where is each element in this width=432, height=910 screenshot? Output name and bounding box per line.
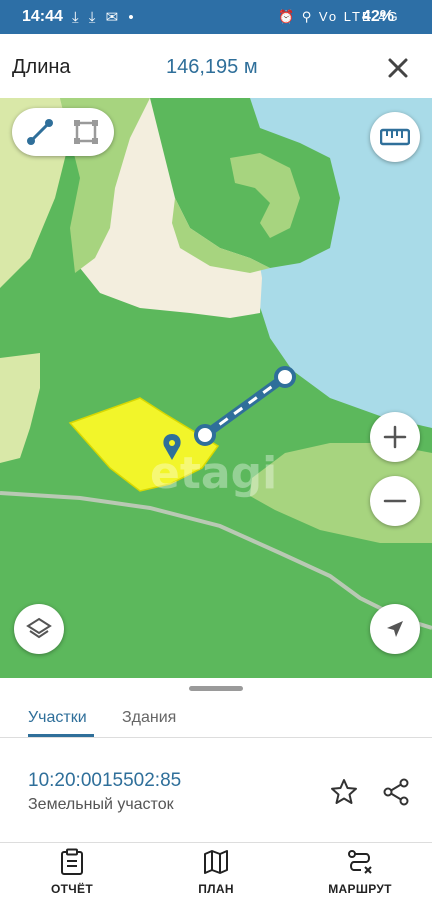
parcel-type: Земельный участок — [28, 796, 174, 813]
share-icon — [383, 778, 409, 806]
favorite-button[interactable] — [326, 774, 362, 810]
layers-icon — [26, 617, 52, 639]
status-time: 14:44 — [22, 8, 63, 25]
area-tool-button[interactable] — [66, 114, 106, 150]
status-bar: 14:44 ⤓ ⤓ ✉ • ⏰ ⚲ Vo LTE 4G 42% — [0, 0, 432, 34]
bottom-nav-divider — [0, 842, 432, 843]
measure-mode-toggle — [12, 108, 114, 156]
nav-route[interactable]: МАРШРУТ — [305, 848, 415, 904]
battery-level: 42% — [362, 8, 395, 25]
layers-button[interactable] — [14, 604, 64, 654]
measure-header: Длина 146,195 м — [0, 34, 432, 98]
share-button[interactable] — [378, 774, 414, 810]
map-icon — [204, 850, 228, 874]
map-canvas — [0, 98, 432, 678]
tab-buildings[interactable]: Здания — [122, 696, 176, 740]
area-measure-icon — [74, 120, 98, 144]
navigation-arrow-icon — [387, 621, 403, 637]
minus-icon — [383, 499, 407, 503]
tabs-divider — [0, 737, 432, 738]
plus-icon — [383, 425, 407, 449]
report-icon — [61, 848, 83, 875]
close-icon — [388, 58, 408, 78]
nav-route-label: МАРШРУТ — [328, 882, 392, 896]
nav-plan[interactable]: ПЛАН — [161, 848, 271, 904]
star-icon — [331, 779, 357, 804]
nav-report-label: ОТЧЁТ — [51, 882, 93, 896]
watermark-text: etagi — [150, 448, 278, 499]
map-view[interactable]: etagi — [0, 98, 432, 678]
line-measure-icon — [27, 119, 53, 145]
ruler-icon — [380, 128, 410, 146]
measure-label: Длина — [12, 56, 71, 78]
line-tool-button[interactable] — [20, 114, 60, 150]
nav-report[interactable]: ОТЧЁТ — [17, 848, 127, 904]
ruler-button[interactable] — [370, 112, 420, 162]
measure-value: 146,195 м — [166, 56, 258, 78]
my-location-button[interactable] — [370, 604, 420, 654]
parcel-cadastral-number[interactable]: 10:20:0015502:85 — [28, 770, 181, 792]
notification-icons: ⤓ ⤓ ✉ • — [72, 9, 137, 26]
route-icon — [348, 850, 372, 874]
sheet-drag-handle[interactable] — [189, 686, 243, 691]
zoom-in-button[interactable] — [370, 412, 420, 462]
zoom-out-button[interactable] — [370, 476, 420, 526]
nav-plan-label: ПЛАН — [198, 882, 234, 896]
close-button[interactable] — [380, 50, 416, 86]
